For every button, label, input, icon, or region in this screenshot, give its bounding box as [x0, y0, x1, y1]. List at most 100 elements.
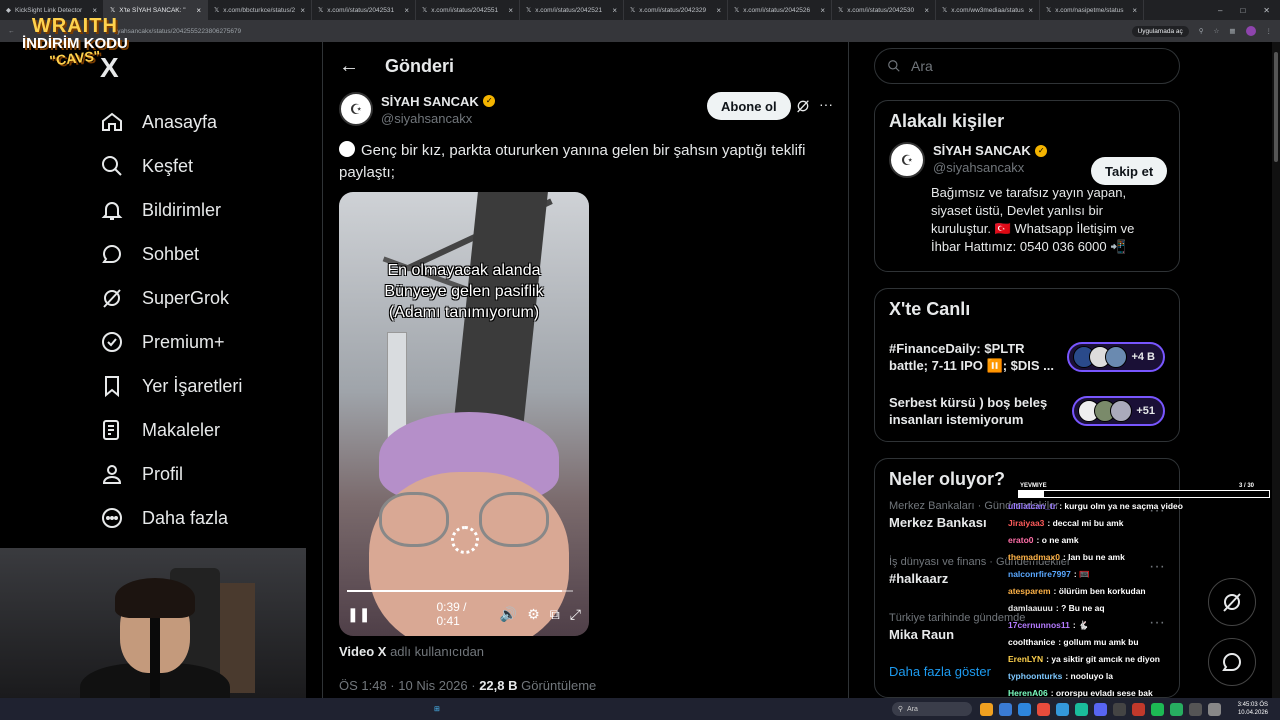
page-scrollbar[interactable]	[1272, 42, 1280, 698]
browser-tab[interactable]: 𝕏x.com/bbcturkce/status/2 ×	[208, 0, 312, 20]
tab-close-icon[interactable]: ×	[404, 6, 409, 15]
search-box[interactable]: Ara	[874, 48, 1180, 84]
chat-username[interactable]: 17cernunnos11	[1008, 620, 1070, 630]
sidebar-item-bookmarks[interactable]: Yer İşaretleri	[100, 364, 320, 408]
browser-tab[interactable]: 𝕏x.com/i/status/2042329 ×	[624, 0, 728, 20]
tab-close-icon[interactable]: ×	[196, 6, 201, 15]
tab-close-icon[interactable]: ×	[924, 6, 929, 15]
taskbar-search[interactable]: ⚲ Ara	[891, 702, 972, 716]
taskbar-app-icon[interactable]	[1112, 702, 1126, 716]
browser-tab[interactable]: 𝕏x.com/i/status/2042531 ×	[312, 0, 416, 20]
sidebar-item-home[interactable]: Anasayfa	[100, 100, 320, 144]
live-item[interactable]: Serbest kürsü ) boş beleş insanları iste…	[889, 384, 1165, 438]
live-item-text[interactable]: Serbest kürsü ) boş beleş insanları iste…	[889, 394, 1065, 428]
sidebar-item-explore[interactable]: Keşfet	[100, 144, 320, 188]
browser-tab[interactable]: 𝕏x.com/nasipetme/status ×	[1040, 0, 1144, 20]
live-item[interactable]: #FinanceDaily: $PLTR battle; 7-11 IPO ⏸️…	[889, 330, 1165, 384]
more-options-icon[interactable]: ···	[819, 96, 833, 112]
taskbar-app-icon[interactable]	[1207, 702, 1221, 716]
profile-avatar[interactable]	[1245, 26, 1256, 36]
tab-close-icon[interactable]: ×	[508, 6, 513, 15]
taskbar-app-icon[interactable]	[1074, 702, 1088, 716]
url-text[interactable]: siyahsancakx/status/2042555223806275679	[113, 28, 242, 35]
browser-tab[interactable]: 𝕏x.com/i/status/2042526 ×	[728, 0, 832, 20]
back-nav-icon[interactable]: ←	[8, 28, 15, 35]
chat-username[interactable]: themadmax0	[1008, 552, 1060, 562]
chat-username[interactable]: ErenLYN	[1008, 654, 1043, 664]
sidebar-item-chat[interactable]: Sohbet	[100, 232, 320, 276]
close-window-icon[interactable]: ✕	[1263, 6, 1270, 15]
taskbar-app-icon[interactable]	[1169, 702, 1183, 716]
pause-icon[interactable]: ❚❚	[347, 606, 370, 623]
fullscreen-icon[interactable]: ⤢	[570, 606, 581, 623]
grok-icon[interactable]	[795, 98, 811, 114]
author-handle[interactable]: @siyahsancakx	[381, 111, 495, 126]
live-listeners-badge[interactable]: +4 B	[1067, 342, 1165, 372]
star-icon[interactable]: ☆	[1214, 27, 1220, 35]
grok-fab-button[interactable]	[1208, 578, 1256, 626]
sidebar-item-more[interactable]: Daha fazla	[100, 496, 320, 540]
windows-start-icon[interactable]: ⊞	[434, 705, 440, 713]
video-progress-bar[interactable]	[347, 590, 573, 592]
tab-close-icon[interactable]: ×	[300, 6, 305, 15]
author-avatar[interactable]: ☪	[339, 92, 373, 126]
sidebar-item-premium[interactable]: Premium+	[100, 320, 320, 364]
browser-tab[interactable]: 𝕏x.com/i/status/2042521 ×	[520, 0, 624, 20]
taskbar-clock[interactable]: 3:45:03 ÖS 10.04.2026	[1238, 701, 1280, 717]
chat-username[interactable]: nalconrfire7997	[1008, 569, 1071, 579]
volume-icon[interactable]: 🔊	[500, 606, 517, 623]
chat-username[interactable]: ultilatcan_tr	[1008, 501, 1056, 511]
extensions-icon[interactable]: ▦	[1229, 27, 1235, 35]
pip-icon[interactable]: ⧉	[550, 606, 560, 623]
taskbar-app-icon[interactable]	[1036, 702, 1050, 716]
post-timestamp[interactable]: ÖS 1:48 · 10 Nis 2026 ·	[339, 678, 476, 693]
subscribe-button[interactable]: Abone ol	[707, 92, 791, 120]
live-listeners-badge[interactable]: +51	[1072, 396, 1165, 426]
zoom-icon[interactable]: ⚲	[1199, 27, 1204, 35]
messages-fab-button[interactable]	[1208, 638, 1256, 686]
minimize-icon[interactable]: –	[1218, 6, 1222, 15]
chat-username[interactable]: coolthanice	[1008, 637, 1055, 647]
chat-username[interactable]: damlaauuu	[1008, 603, 1053, 613]
video-player[interactable]: En olmayacak alanda Bünyeye gelen pasifl…	[339, 192, 589, 636]
chat-username[interactable]: Jiraiyaa3	[1008, 518, 1044, 528]
taskbar-app-icon[interactable]	[1017, 702, 1031, 716]
live-item-text[interactable]: #FinanceDaily: $PLTR battle; 7-11 IPO ⏸️…	[889, 340, 1065, 374]
author-name[interactable]: SİYAH SANCAK	[381, 94, 479, 109]
tab-close-icon[interactable]: ×	[820, 6, 825, 15]
sidebar-item-profile[interactable]: Profil	[100, 452, 320, 496]
tab-close-icon[interactable]: ×	[1132, 6, 1137, 15]
post-author[interactable]: ☪ SİYAH SANCAK ✓ @siyahsancakx	[339, 92, 496, 126]
related-handle[interactable]: @siyahsancakx	[933, 160, 1047, 175]
tab-close-icon[interactable]: ×	[92, 6, 97, 15]
taskbar-app-icon[interactable]	[1188, 702, 1202, 716]
video-source-link[interactable]: Video X	[339, 644, 386, 659]
back-arrow-icon[interactable]: ←	[339, 55, 359, 78]
browser-tab[interactable]: 𝕏x.com/ww3mediaa/status ×	[936, 0, 1040, 20]
settings-icon[interactable]: ⚙	[527, 606, 540, 623]
tab-close-icon[interactable]: ×	[1028, 6, 1033, 15]
chat-username[interactable]: atesparem	[1008, 586, 1051, 596]
taskbar-search-input[interactable]: Ara	[907, 706, 918, 713]
browser-tab[interactable]: 𝕏x.com/i/status/2042551 ×	[416, 0, 520, 20]
taskbar-app-icon[interactable]	[1131, 702, 1145, 716]
taskbar-app-icon[interactable]	[1055, 702, 1069, 716]
sidebar-item-notifications[interactable]: Bildirimler	[100, 188, 320, 232]
taskbar-app-icon[interactable]	[1093, 702, 1107, 716]
sidebar-item-articles[interactable]: Makaleler	[100, 408, 320, 452]
chat-username[interactable]: erato0	[1008, 535, 1034, 545]
related-avatar[interactable]: ☪	[889, 142, 925, 178]
scrollbar-thumb[interactable]	[1274, 52, 1278, 162]
taskbar-app-icon[interactable]	[1150, 702, 1164, 716]
taskbar-app-icon[interactable]	[998, 702, 1012, 716]
chat-username[interactable]: typhoonturks	[1008, 671, 1062, 681]
related-name[interactable]: SİYAH SANCAK	[933, 143, 1031, 158]
menu-icon[interactable]: ⋮	[1266, 27, 1273, 35]
taskbar-app-icon[interactable]	[979, 702, 993, 716]
x-logo[interactable]: X	[100, 52, 119, 84]
follow-button[interactable]: Takip et	[1091, 157, 1168, 185]
open-in-app-button[interactable]: Uygulamada aç	[1131, 25, 1189, 37]
tab-close-icon[interactable]: ×	[716, 6, 721, 15]
browser-tab[interactable]: 𝕏x.com/i/status/2042530 ×	[832, 0, 936, 20]
search-input[interactable]: Ara	[911, 58, 933, 74]
